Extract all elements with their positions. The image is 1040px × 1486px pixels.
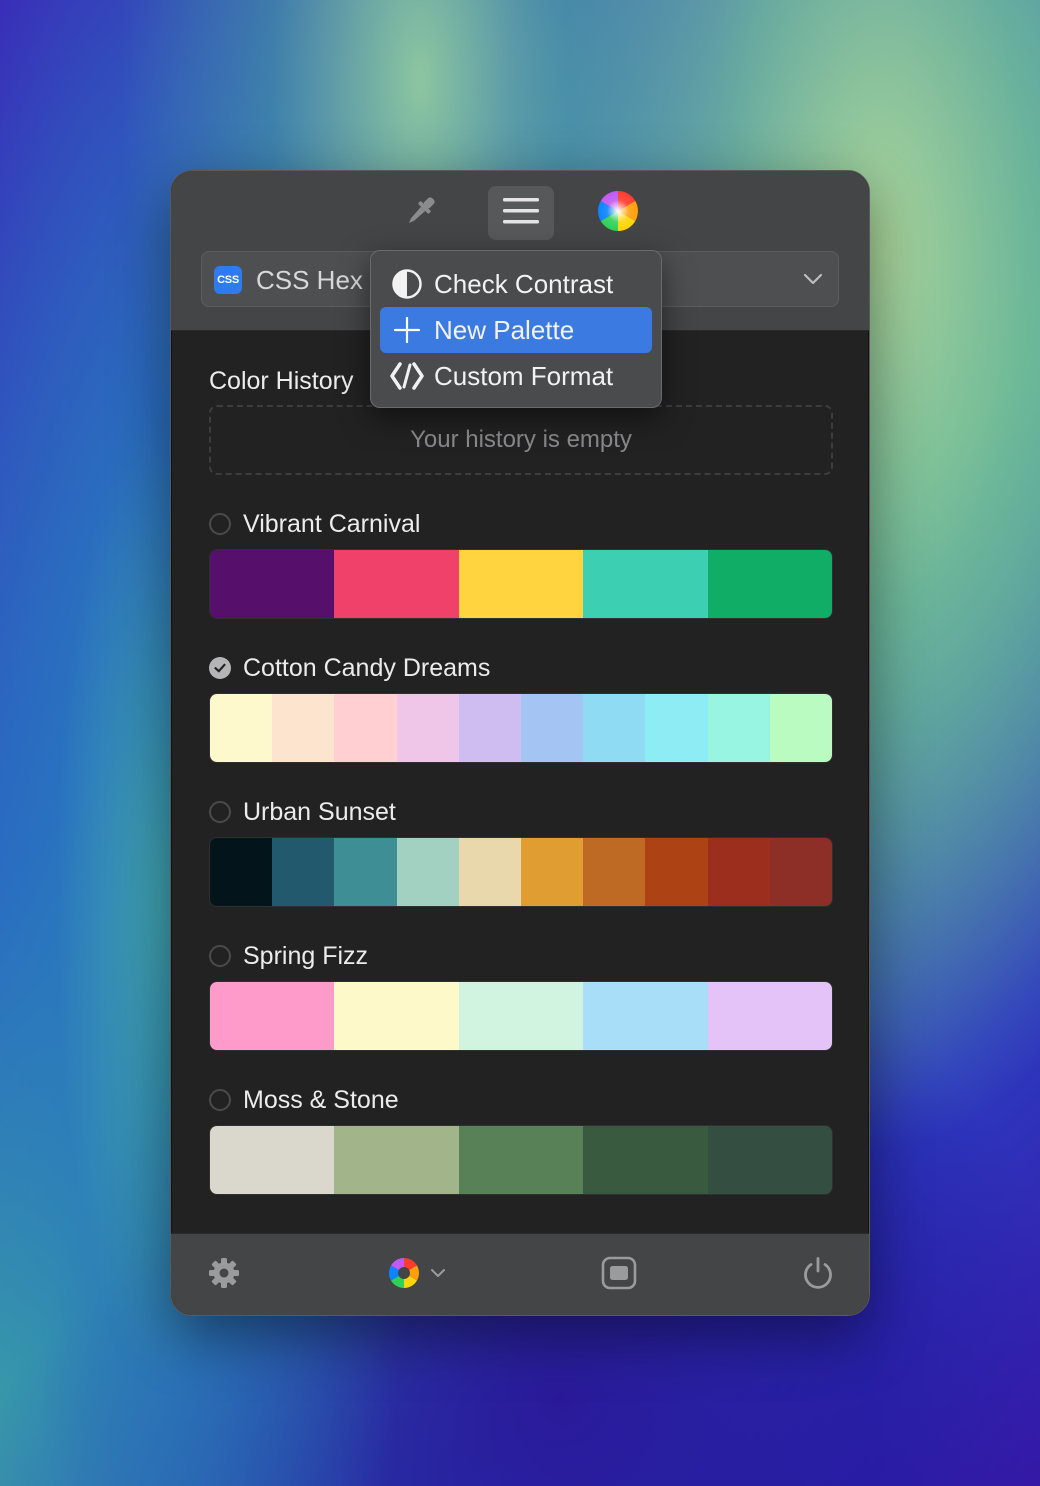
color-swatch[interactable]	[396, 838, 459, 906]
color-swatch[interactable]	[458, 982, 584, 1050]
palette-name: Moss & Stone	[243, 1085, 399, 1114]
palette-name: Spring Fizz	[243, 941, 369, 970]
settings-button[interactable]	[207, 1256, 241, 1295]
menu-dropdown: Check Contrast New Palette Custom Format	[370, 250, 662, 408]
color-swatch[interactable]	[272, 694, 335, 762]
palette-radio[interactable]	[209, 1089, 231, 1111]
color-swatch[interactable]	[583, 982, 708, 1050]
color-swatch[interactable]	[458, 1126, 584, 1194]
menu-item-label: Custom Format	[434, 360, 614, 391]
window-icon	[601, 1256, 637, 1295]
history-empty-state: Your history is empty	[209, 405, 833, 475]
palette-header[interactable]: Spring Fizz	[209, 939, 368, 973]
palette-radio-checked[interactable]	[209, 657, 231, 679]
palette-swatches[interactable]	[209, 693, 833, 763]
color-segments-icon	[387, 1256, 421, 1295]
css-badge: CSS	[214, 266, 242, 294]
hamburger-icon	[502, 196, 540, 231]
color-swatch[interactable]	[334, 694, 397, 762]
color-swatch[interactable]	[334, 550, 459, 618]
palette-swatches[interactable]	[209, 549, 833, 619]
color-swatch[interactable]	[583, 694, 646, 762]
menu-item-label: New Palette	[434, 314, 575, 345]
chevron-down-icon	[429, 1264, 447, 1287]
color-swatch[interactable]	[583, 550, 708, 618]
color-swatch[interactable]	[210, 550, 335, 618]
color-mode-button[interactable]	[387, 1256, 447, 1295]
menu-item-label: Check Contrast	[434, 268, 614, 299]
color-swatch[interactable]	[645, 838, 708, 906]
palette-header[interactable]: Cotton Candy Dreams	[209, 651, 490, 685]
chevron-down-icon	[802, 268, 824, 295]
color-swatch[interactable]	[521, 694, 584, 762]
color-swatch[interactable]	[210, 982, 335, 1050]
plus-icon	[380, 316, 434, 344]
code-icon	[380, 362, 434, 390]
quit-button[interactable]	[801, 1256, 835, 1295]
color-history-title: Color History	[209, 367, 354, 395]
menu-button[interactable]	[488, 186, 554, 240]
palette-header[interactable]: Vibrant Carnival	[209, 507, 420, 541]
palette-name: Urban Sunset	[243, 797, 396, 826]
color-wheel-button[interactable]	[585, 186, 651, 240]
palette-radio[interactable]	[209, 513, 231, 535]
palette-swatches[interactable]	[209, 837, 833, 907]
menu-item-new-palette[interactable]: New Palette	[380, 307, 652, 353]
color-swatch[interactable]	[272, 838, 335, 906]
window-button[interactable]	[601, 1256, 637, 1295]
color-swatch[interactable]	[707, 550, 832, 618]
color-swatch[interactable]	[707, 982, 832, 1050]
color-swatch[interactable]	[458, 838, 522, 906]
color-swatch[interactable]	[769, 694, 832, 762]
color-swatch[interactable]	[521, 838, 584, 906]
power-icon	[801, 1256, 835, 1295]
eyedropper-icon	[401, 191, 441, 236]
palette-header[interactable]: Moss & Stone	[209, 1083, 399, 1117]
color-swatch[interactable]	[583, 1126, 708, 1194]
color-swatch[interactable]	[707, 838, 770, 906]
eyedropper-button[interactable]	[388, 186, 454, 240]
color-swatch[interactable]	[645, 694, 708, 762]
palette-header[interactable]: Urban Sunset	[209, 795, 396, 829]
color-swatch[interactable]	[707, 1126, 832, 1194]
color-wheel-icon	[597, 190, 639, 237]
menu-item-check-contrast[interactable]: Check Contrast	[380, 261, 652, 307]
color-swatch[interactable]	[334, 982, 459, 1050]
format-label: CSS Hex	[256, 265, 363, 295]
color-swatch[interactable]	[458, 694, 522, 762]
history-empty-text: Your history is empty	[410, 426, 632, 453]
palette-swatches[interactable]	[209, 1125, 833, 1195]
color-swatch[interactable]	[334, 838, 397, 906]
menu-item-custom-format[interactable]: Custom Format	[380, 353, 652, 399]
palette-radio[interactable]	[209, 801, 231, 823]
color-swatch[interactable]	[769, 838, 832, 906]
palette-radio[interactable]	[209, 945, 231, 967]
color-swatch[interactable]	[396, 694, 459, 762]
color-swatch[interactable]	[334, 1126, 459, 1194]
color-swatch[interactable]	[458, 550, 584, 618]
bottom-bar	[171, 1233, 869, 1315]
gear-icon	[207, 1256, 241, 1295]
color-swatch[interactable]	[210, 1126, 335, 1194]
color-swatch[interactable]	[583, 838, 646, 906]
palette-swatches[interactable]	[209, 981, 833, 1051]
checkmark-icon	[214, 663, 226, 673]
palette-name: Vibrant Carnival	[243, 509, 421, 538]
contrast-icon	[380, 268, 434, 300]
palette-name: Cotton Candy Dreams	[243, 653, 491, 682]
color-swatch[interactable]	[707, 694, 770, 762]
color-swatch[interactable]	[210, 694, 273, 762]
color-swatch[interactable]	[210, 838, 273, 906]
